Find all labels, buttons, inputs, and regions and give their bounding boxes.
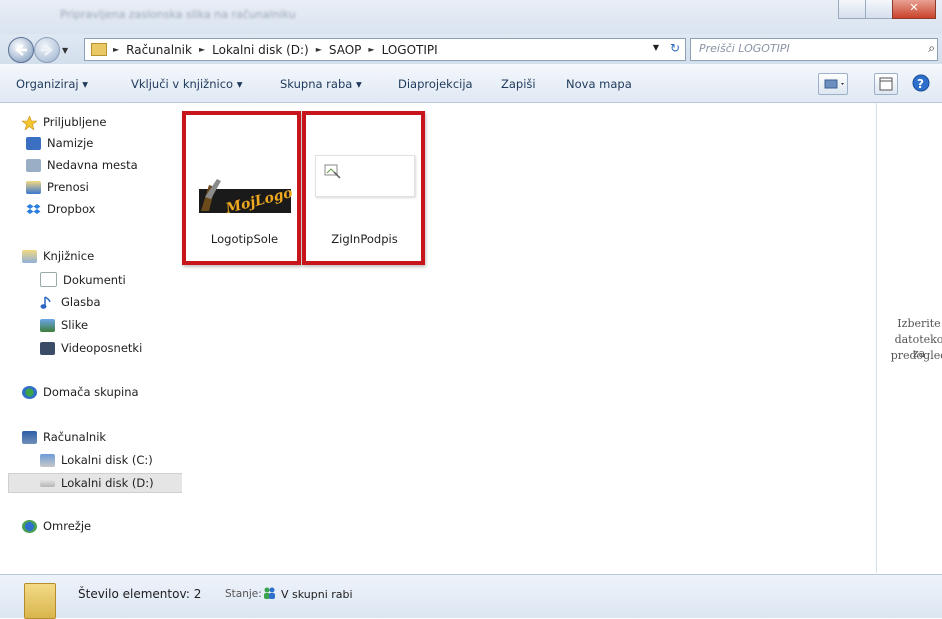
search-icon[interactable]: ⌕ bbox=[928, 41, 935, 56]
item-count: Število elementov: 2 bbox=[78, 587, 202, 601]
nav-label: Knjižnice bbox=[43, 249, 95, 263]
back-button[interactable] bbox=[8, 37, 34, 63]
recent-places-icon bbox=[26, 158, 41, 172]
share-button[interactable]: Skupna raba ▾ bbox=[280, 77, 362, 91]
new-folder-button[interactable]: Nova mapa bbox=[566, 77, 632, 91]
state-label: Stanje: bbox=[225, 588, 262, 600]
arrow-left-icon bbox=[15, 44, 27, 56]
nav-libraries[interactable]: Knjižnice bbox=[22, 249, 94, 263]
nav-music[interactable]: Glasba bbox=[40, 295, 101, 309]
file-list: MojLogo LogotipSole ZigInPodpis bbox=[182, 103, 876, 573]
star-icon bbox=[21, 114, 38, 131]
help-button[interactable]: ? bbox=[910, 73, 934, 93]
arrow-right-icon bbox=[41, 44, 53, 56]
folder-icon bbox=[91, 43, 107, 56]
nav-desktop[interactable]: Namizje bbox=[26, 136, 93, 150]
documents-icon bbox=[40, 272, 57, 287]
nav-favorites[interactable]: Priljubljene bbox=[21, 114, 107, 131]
preview-hint-line3: predogled bbox=[890, 349, 942, 362]
svg-text:?: ? bbox=[917, 77, 924, 91]
preview-pane-button[interactable] bbox=[874, 73, 898, 95]
nav-homegroup[interactable]: Domača skupina bbox=[22, 385, 139, 399]
nav-dropbox[interactable]: Dropbox bbox=[26, 202, 95, 216]
nav-label: Glasba bbox=[61, 295, 101, 309]
desktop-icon bbox=[26, 136, 41, 150]
folder-icon bbox=[24, 583, 56, 619]
nav-label: Lokalni disk (C:) bbox=[61, 453, 153, 467]
nav-label: Lokalni disk (D:) bbox=[61, 476, 154, 490]
nav-label: Videoposnetki bbox=[61, 341, 143, 355]
minimize-button[interactable] bbox=[838, 0, 866, 19]
search-placeholder: Preišči LOGOTIPI bbox=[699, 42, 790, 55]
breadcrumb-saop[interactable]: SAOP bbox=[329, 43, 362, 57]
nav-recent-places[interactable]: Nedavna mesta bbox=[26, 158, 138, 172]
nav-computer[interactable]: Računalnik bbox=[22, 430, 106, 444]
organize-button[interactable]: Organiziraj ▾ bbox=[16, 77, 88, 91]
chevron-right-icon[interactable]: ► bbox=[316, 45, 322, 54]
highlight-frame bbox=[302, 111, 425, 265]
nav-disk-d[interactable]: Lokalni disk (D:) bbox=[8, 473, 201, 493]
nav-label: Slike bbox=[61, 318, 89, 332]
refresh-icon[interactable]: ↻ bbox=[670, 41, 680, 55]
title-bar: Pripravljena zaslonska slika na računaln… bbox=[0, 0, 942, 34]
nav-label: Domača skupina bbox=[43, 385, 139, 399]
nav-label: Omrežje bbox=[43, 519, 92, 533]
nav-pictures[interactable]: Slike bbox=[40, 318, 88, 332]
music-note-icon bbox=[40, 295, 55, 309]
network-icon bbox=[22, 519, 37, 533]
nav-videos[interactable]: Videoposnetki bbox=[40, 341, 142, 355]
nav-label: Prenosi bbox=[47, 180, 89, 194]
close-button[interactable]: ✕ bbox=[892, 0, 936, 19]
nav-label: Nedavna mesta bbox=[47, 158, 138, 172]
include-in-library-button[interactable]: Vključi v knjižnico ▾ bbox=[131, 77, 243, 91]
address-dropdown-icon[interactable]: ▼ bbox=[653, 43, 659, 52]
state-value: V skupni rabi bbox=[281, 588, 353, 601]
chevron-right-icon[interactable]: ► bbox=[199, 45, 205, 54]
libraries-icon bbox=[22, 249, 37, 263]
homegroup-icon bbox=[22, 385, 37, 399]
window-controls: ✕ bbox=[838, 0, 936, 20]
nav-disk-c[interactable]: Lokalni disk (C:) bbox=[40, 453, 153, 467]
computer-icon bbox=[22, 430, 37, 444]
window-title: Pripravljena zaslonska slika na računaln… bbox=[60, 8, 296, 21]
burn-button[interactable]: Zapiši bbox=[501, 77, 536, 91]
highlight-frame bbox=[182, 111, 301, 265]
navigation-bar: ▼ ► Računalnik ► Lokalni disk (D:) ► SAO… bbox=[0, 34, 942, 64]
breadcrumb-logotipi[interactable]: LOGOTIPI bbox=[382, 43, 438, 57]
nav-network[interactable]: Omrežje bbox=[22, 519, 91, 533]
nav-label: Računalnik bbox=[43, 430, 107, 444]
slideshow-button[interactable]: Diaprojekcija bbox=[398, 77, 473, 91]
view-options-button[interactable] bbox=[818, 73, 848, 95]
navigation-pane: Priljubljene Namizje Nedavna mesta Preno… bbox=[0, 103, 201, 573]
system-drive-icon bbox=[40, 453, 55, 467]
preview-pane: Izberite datoteko za predogled bbox=[876, 103, 942, 573]
pictures-icon bbox=[40, 318, 55, 332]
nav-label: Dropbox bbox=[47, 202, 96, 216]
nav-documents[interactable]: Dokumenti bbox=[40, 272, 126, 287]
view-icon bbox=[824, 79, 844, 89]
chevron-right-icon[interactable]: ► bbox=[368, 45, 374, 54]
videos-icon bbox=[40, 341, 55, 355]
drive-icon bbox=[40, 479, 55, 487]
pane-icon bbox=[879, 77, 893, 91]
address-bar[interactable]: ► Računalnik ► Lokalni disk (D:) ► SAOP … bbox=[84, 38, 686, 61]
breadcrumb-computer[interactable]: Računalnik bbox=[126, 43, 192, 57]
maximize-button[interactable] bbox=[865, 0, 893, 19]
search-input[interactable]: Preišči LOGOTIPI ⌕ bbox=[690, 38, 938, 61]
command-toolbar: Organiziraj ▾ Vključi v knjižnico ▾ Skup… bbox=[0, 64, 942, 103]
nav-label: Priljubljene bbox=[43, 115, 107, 129]
dropbox-icon bbox=[26, 203, 41, 216]
preview-hint-line1: Izberite bbox=[897, 317, 941, 330]
help-icon: ? bbox=[912, 74, 930, 92]
chevron-right-icon[interactable]: ► bbox=[113, 45, 119, 54]
forward-button[interactable] bbox=[34, 37, 60, 63]
nav-downloads[interactable]: Prenosi bbox=[26, 180, 89, 194]
nav-label: Dokumenti bbox=[63, 272, 126, 287]
downloads-icon bbox=[26, 180, 41, 194]
shared-users-icon bbox=[264, 587, 275, 599]
breadcrumb-disk-d[interactable]: Lokalni disk (D:) bbox=[212, 43, 309, 57]
history-dropdown-icon[interactable]: ▼ bbox=[62, 46, 68, 55]
status-bar: Število elementov: 2 Stanje: V skupni ra… bbox=[0, 574, 942, 619]
nav-label: Namizje bbox=[47, 136, 94, 150]
